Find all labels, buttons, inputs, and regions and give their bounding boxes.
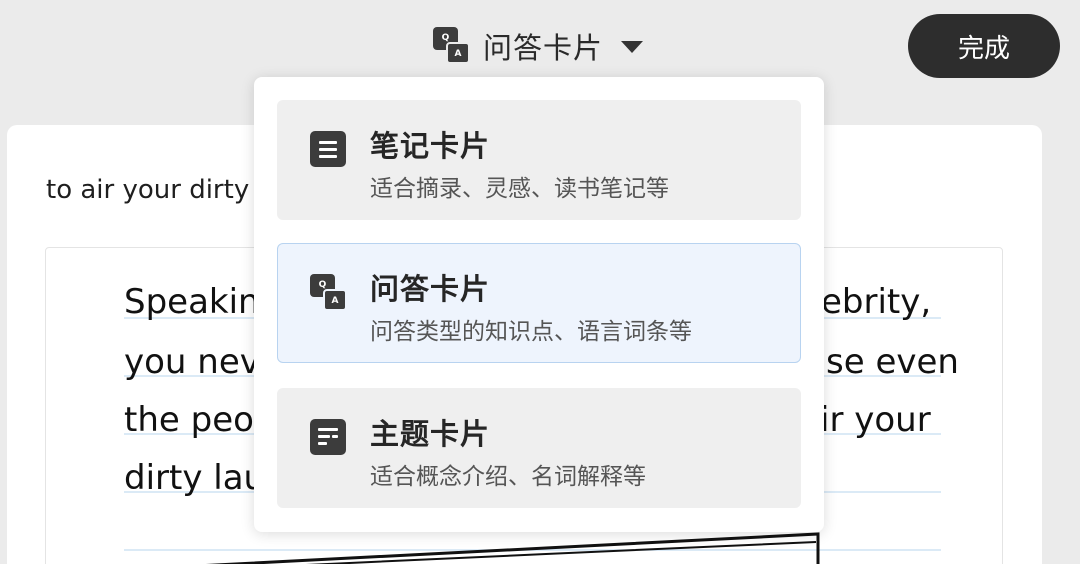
menu-item-desc: 适合概念介绍、名词解释等 [370,464,646,490]
menu-item-desc: 适合摘录、灵感、读书笔记等 [370,176,669,202]
chevron-down-icon [621,41,644,53]
note-line: se even [826,342,959,382]
qa-icon: Q A [310,274,348,312]
menu-item-title: 问答卡片 [370,272,491,306]
note-icon [310,131,346,167]
note-line: dirty lau [124,458,266,498]
menu-item-desc: 问答类型的知识点、语言词条等 [370,319,692,345]
note-line: ebrity, [821,282,932,322]
note-line: ir your [820,400,931,440]
menu-item-title: 笔记卡片 [370,129,491,163]
card-type-label: 问答卡片 [483,31,604,65]
card-text[interactable]: to air your dirty [46,175,249,205]
note-line: the peop [124,400,276,440]
done-button[interactable]: 完成 [908,14,1060,78]
card-type-selector[interactable]: Q A 问答卡片 [433,24,644,68]
topic-icon [310,419,346,455]
card-type-menu: 笔记卡片 适合摘录、灵感、读书笔记等 Q A 问答卡片 问答类型的知识点、语言词… [254,77,824,532]
menu-item-topic-card[interactable]: 主题卡片 适合概念介绍、名词解释等 [277,388,801,508]
menu-item-note-card[interactable]: 笔记卡片 适合摘录、灵感、读书笔记等 [277,100,801,220]
qa-icon: Q A [433,27,471,65]
menu-item-title: 主题卡片 [370,417,491,451]
menu-item-qa-card[interactable]: Q A 问答卡片 问答类型的知识点、语言词条等 [277,243,801,363]
